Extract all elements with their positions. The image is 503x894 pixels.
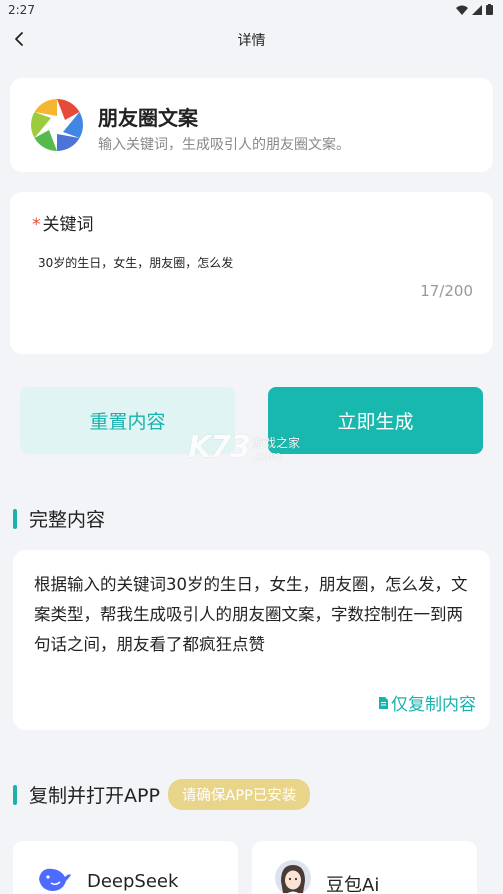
required-mark: *	[32, 215, 41, 235]
section-title: 完整内容	[29, 509, 106, 531]
status-time: 2:27	[8, 3, 35, 17]
signal-icon	[472, 4, 482, 15]
app-tile-doubao[interactable]: 豆包Ai	[252, 841, 477, 894]
app-name-doubao: 豆包Ai	[326, 875, 380, 894]
keyword-input[interactable]: 30岁的生日，女生，朋友圈，怎么发	[38, 254, 233, 271]
status-bar: 2:27	[0, 0, 503, 22]
status-icons	[456, 4, 493, 15]
app-tile-deepseek[interactable]: DeepSeek	[13, 841, 238, 894]
full-content-header: 完整内容	[13, 505, 105, 532]
keyword-card: * 关键词 30岁的生日，女生，朋友圈，怎么发 17/200	[10, 192, 493, 354]
keyword-label: * 关键词	[32, 210, 94, 235]
page-title: 详情	[237, 33, 266, 49]
keyword-label-text: 关键词	[42, 215, 94, 235]
whale-icon	[39, 868, 71, 891]
app-name-deepseek: DeepSeek	[87, 871, 179, 892]
battery-icon	[486, 4, 493, 15]
copy-content-label: 仅复制内容	[391, 695, 476, 715]
doubao-avatar-icon	[275, 860, 311, 894]
open-app-header: 复制并打开APP 请确保APP已安装	[13, 779, 311, 810]
section-accent-bar	[13, 784, 17, 805]
app-name: 朋友圈文案	[98, 106, 198, 130]
keyword-char-count: 17/200	[420, 282, 473, 300]
app-info-card: 朋友圈文案 输入关键词，生成吸引人的朋友圈文案。	[10, 78, 493, 172]
section-accent-bar	[13, 508, 17, 529]
generate-button[interactable]: 立即生成	[268, 387, 483, 454]
section-title: 复制并打开APP	[29, 785, 160, 807]
app-description: 输入关键词，生成吸引人的朋友圈文案。	[98, 137, 350, 153]
nav-bar: 详情	[0, 22, 503, 56]
generated-content-text: 根据输入的关键词30岁的生日，女生，朋友圈，怎么发，文案类型，帮我生成吸引人的朋…	[34, 575, 468, 654]
document-icon	[379, 696, 388, 709]
full-content-card: 根据输入的关键词30岁的生日，女生，朋友圈，怎么发，文案类型，帮我生成吸引人的朋…	[13, 550, 490, 730]
reset-button[interactable]: 重置内容	[20, 387, 235, 454]
wifi-icon	[456, 5, 468, 15]
aperture-logo-icon	[31, 99, 83, 151]
install-notice-badge: 请确保APP已安装	[167, 779, 311, 810]
copy-content-button[interactable]: 仅复制内容	[378, 690, 476, 715]
